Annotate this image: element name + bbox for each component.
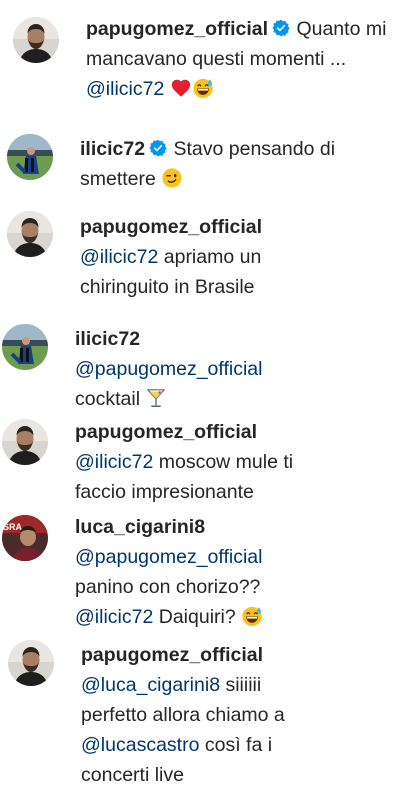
- grinning-sweat-icon: [192, 77, 214, 99]
- comment-text: mancavano questi momenti ...: [86, 48, 347, 70]
- comment-username[interactable]: papugomez_official: [81, 644, 263, 666]
- mention-link[interactable]: @ilicic72: [86, 78, 164, 100]
- comment-username[interactable]: papugomez_official: [80, 216, 262, 238]
- comment-username[interactable]: papugomez_official: [86, 18, 268, 40]
- comment-body: papugomez_official Quanto mi mancavano q…: [86, 14, 396, 104]
- comment-body: ilicic72 Stavo pensando di smettere: [80, 134, 396, 194]
- comment-item: papugomez_official @luca_cigarini8 siiii…: [0, 635, 406, 796]
- cocktail-glass-icon: [145, 387, 167, 409]
- comment-item: papugomez_official @ilicic72 apriamo un …: [0, 200, 406, 310]
- comment-text: cocktail: [75, 388, 141, 410]
- comment-username[interactable]: ilicic72: [75, 328, 140, 350]
- mention-link[interactable]: @lucascastro: [81, 734, 199, 756]
- mention-link[interactable]: @papugomez_official: [75, 546, 262, 568]
- comment-text: panino con chorizo??: [75, 576, 261, 598]
- comment-body: luca_cigarini8 @papugomez_official panin…: [75, 512, 396, 632]
- avatar[interactable]: [7, 211, 53, 257]
- avatar[interactable]: [7, 134, 53, 180]
- mention-link[interactable]: @ilicic72: [80, 246, 158, 268]
- comment-item: ilicic72 Stavo pensando di smettere: [0, 120, 406, 200]
- red-heart-icon: [170, 77, 192, 99]
- comment-text: così fa i: [204, 734, 273, 756]
- comment-text: faccio impresionante: [75, 481, 254, 503]
- avatar[interactable]: [8, 640, 54, 686]
- avatar[interactable]: [2, 419, 48, 465]
- comment-body: papugomez_official @luca_cigarini8 siiii…: [81, 640, 396, 790]
- mention-link[interactable]: @ilicic72: [75, 451, 153, 473]
- comment-item: ilicic72 @papugomez_official cocktail: [0, 310, 406, 410]
- comment-text: Stavo pensando di: [173, 138, 336, 160]
- verified-badge-icon: [149, 139, 167, 157]
- comment-text: apriamo un: [163, 246, 262, 268]
- comment-text: perfetto allora chiamo a: [81, 704, 285, 726]
- comment-username[interactable]: ilicic72: [80, 138, 145, 160]
- comment-item: papugomez_official @ilicic72 moscow mule…: [0, 410, 406, 510]
- mention-link[interactable]: @ilicic72: [75, 606, 153, 628]
- comment-item: luca_cigarini8 @papugomez_official panin…: [0, 510, 406, 635]
- mention-link[interactable]: @papugomez_official: [75, 358, 262, 380]
- comment-text: chiringuito in Brasile: [80, 276, 255, 298]
- mention-link[interactable]: @luca_cigarini8: [81, 674, 220, 696]
- winking-face-icon: [161, 167, 183, 189]
- comment-text: Quanto mi: [296, 18, 387, 40]
- comment-username[interactable]: luca_cigarini8: [75, 516, 205, 538]
- avatar[interactable]: [2, 515, 48, 561]
- comment-body: ilicic72 @papugomez_official cocktail: [75, 324, 396, 414]
- avatar[interactable]: [13, 17, 59, 63]
- comment-body: papugomez_official @ilicic72 apriamo un …: [80, 212, 396, 302]
- comment-text: moscow mule ti: [158, 451, 294, 473]
- comment-text: siiiiii: [225, 674, 262, 696]
- comment-text: smettere: [80, 168, 156, 190]
- comment-text: Daiquiri?: [158, 606, 236, 628]
- grinning-sweat-icon: [241, 605, 263, 627]
- avatar[interactable]: [2, 324, 48, 370]
- comment-username[interactable]: papugomez_official: [75, 421, 257, 443]
- comment-body: papugomez_official @ilicic72 moscow mule…: [75, 417, 396, 507]
- comment-text: concerti live: [81, 764, 184, 786]
- verified-badge-icon: [272, 19, 290, 37]
- comment-item: papugomez_official Quanto mi mancavano q…: [0, 0, 406, 110]
